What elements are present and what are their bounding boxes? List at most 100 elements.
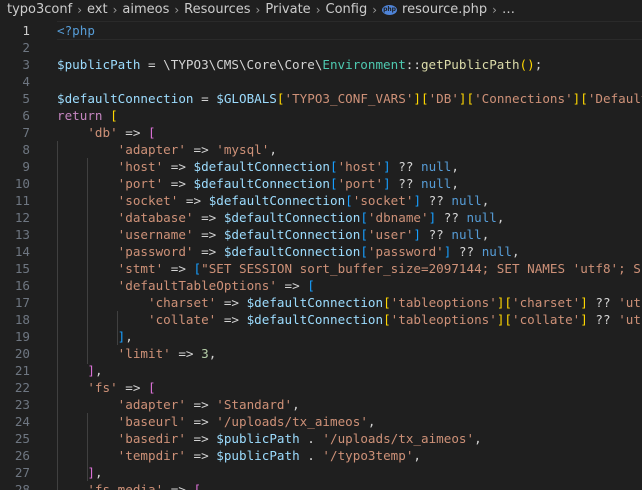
code-token: 'password' <box>367 244 444 259</box>
breadcrumb-item-symbols[interactable]: … <box>502 0 515 20</box>
code-token: , <box>269 142 277 157</box>
code-token: $defaultConnection <box>193 159 330 174</box>
line-number: 2 <box>22 40 30 55</box>
code-token: null <box>466 210 497 225</box>
code-token: => <box>216 312 247 327</box>
code-token: $defaultConnection <box>223 244 361 259</box>
code-token: => <box>276 278 308 293</box>
code-token: ] <box>383 176 391 191</box>
code-token: 'charset' <box>512 295 581 310</box>
code-token: 'utf <box>618 312 642 327</box>
code-token: [ <box>148 380 156 395</box>
code-token: $defaultConnection <box>57 91 194 106</box>
code-text: 'socket' => $defaultConnection['socket']… <box>57 192 490 209</box>
code-token: => <box>178 193 209 208</box>
breadcrumb-item-aimeos[interactable]: aimeos <box>122 0 169 20</box>
breadcrumb-item-private[interactable]: Private <box>265 0 310 20</box>
code-text: 'fs-media' => [ <box>57 481 201 490</box>
code-token: ] <box>580 295 588 310</box>
code-text: 'db' => [ <box>57 124 155 141</box>
breadcrumb-item-file[interactable]: resource.php <box>402 0 487 20</box>
code-token: ] <box>87 465 95 480</box>
code-token: [ <box>307 278 315 293</box>
line-number: 9 <box>22 159 30 174</box>
chevron-right-icon: › <box>255 3 261 17</box>
line-number: 28 <box>14 482 30 490</box>
code-token: ?? <box>436 210 467 225</box>
breadcrumb-item-ext[interactable]: ext <box>87 0 108 20</box>
chevron-right-icon: › <box>492 3 497 17</box>
code-text: 'adapter' => 'mysql', <box>57 141 277 158</box>
code-token: ][ <box>496 295 512 310</box>
code-token: => <box>193 227 224 242</box>
code-token: 'TYPO3_CONF_VARS' <box>284 91 414 106</box>
breadcrumb: typo3conf › ext › aimeos › Resources › P… <box>0 0 642 20</box>
code-token: => <box>163 482 194 490</box>
code-text: return [ <box>57 107 118 124</box>
code-token: 'collate' <box>148 312 217 327</box>
code-token: => <box>163 159 194 174</box>
code-token: 'fs-media' <box>87 482 164 490</box>
code-token: , <box>474 431 482 446</box>
code-token: null <box>481 244 513 259</box>
php-icon: php <box>382 5 398 15</box>
code-editor[interactable]: 1 <?php 2 3 $publicPath = \TYPO3\CMS\Core\Co… <box>0 20 642 490</box>
code-token: 'Default' <box>587 91 642 106</box>
code-token: => <box>185 448 217 463</box>
code-token: 'utf <box>618 295 642 310</box>
code-token: 'user' <box>367 227 414 242</box>
code-text: 'basedir' => $publicPath . '/uploads/tx_… <box>57 430 482 447</box>
code-token: 'tempdir' <box>117 448 186 463</box>
code-token: return <box>57 108 103 123</box>
code-token: ] <box>413 227 422 242</box>
code-token: 'dbname' <box>367 210 429 225</box>
line-number: 1 <box>22 23 30 38</box>
breadcrumb-item-typo3conf[interactable]: typo3conf <box>7 0 72 20</box>
code-token: 'port' <box>337 176 384 191</box>
code-token: 'Connections' <box>474 91 573 106</box>
line-number: 8 <box>22 142 30 157</box>
line-number: 20 <box>14 346 30 361</box>
line-number: 19 <box>14 329 30 344</box>
code-token: ?? <box>421 227 452 242</box>
code-token: => <box>163 261 194 276</box>
chevron-right-icon: › <box>174 3 180 17</box>
code-token: 'mysql' <box>216 142 270 157</box>
code-text: 'port' => $defaultConnection['port'] ?? … <box>57 175 459 192</box>
code-token: [ <box>276 91 285 106</box>
code-token: ?? <box>390 176 422 191</box>
code-token: null <box>451 193 482 208</box>
breadcrumb-item-config[interactable]: Config <box>326 0 368 20</box>
line-number: 22 <box>14 380 30 395</box>
line-number: 18 <box>14 312 30 327</box>
code-text: 'charset' => $defaultConnection['tableop… <box>57 294 642 311</box>
line-number: 26 <box>14 448 30 463</box>
code-token: => <box>170 346 202 361</box>
code-text: <?php <box>57 22 95 39</box>
line-number: 17 <box>14 295 30 310</box>
breadcrumb-item-resources[interactable]: Resources <box>184 0 250 20</box>
code-token: $defaultConnection <box>208 193 346 208</box>
code-token: '/typo3temp' <box>322 448 414 463</box>
code-token: ] <box>383 159 391 174</box>
code-token: ][ <box>496 312 512 327</box>
code-token: => <box>216 295 247 310</box>
code-token: , <box>367 414 376 429</box>
code-token: [ <box>193 261 202 276</box>
code-token: => <box>193 244 224 259</box>
code-token: ] <box>580 312 588 327</box>
code-text: 'adapter' => 'Standard', <box>57 396 300 413</box>
code-token: => <box>185 142 217 157</box>
